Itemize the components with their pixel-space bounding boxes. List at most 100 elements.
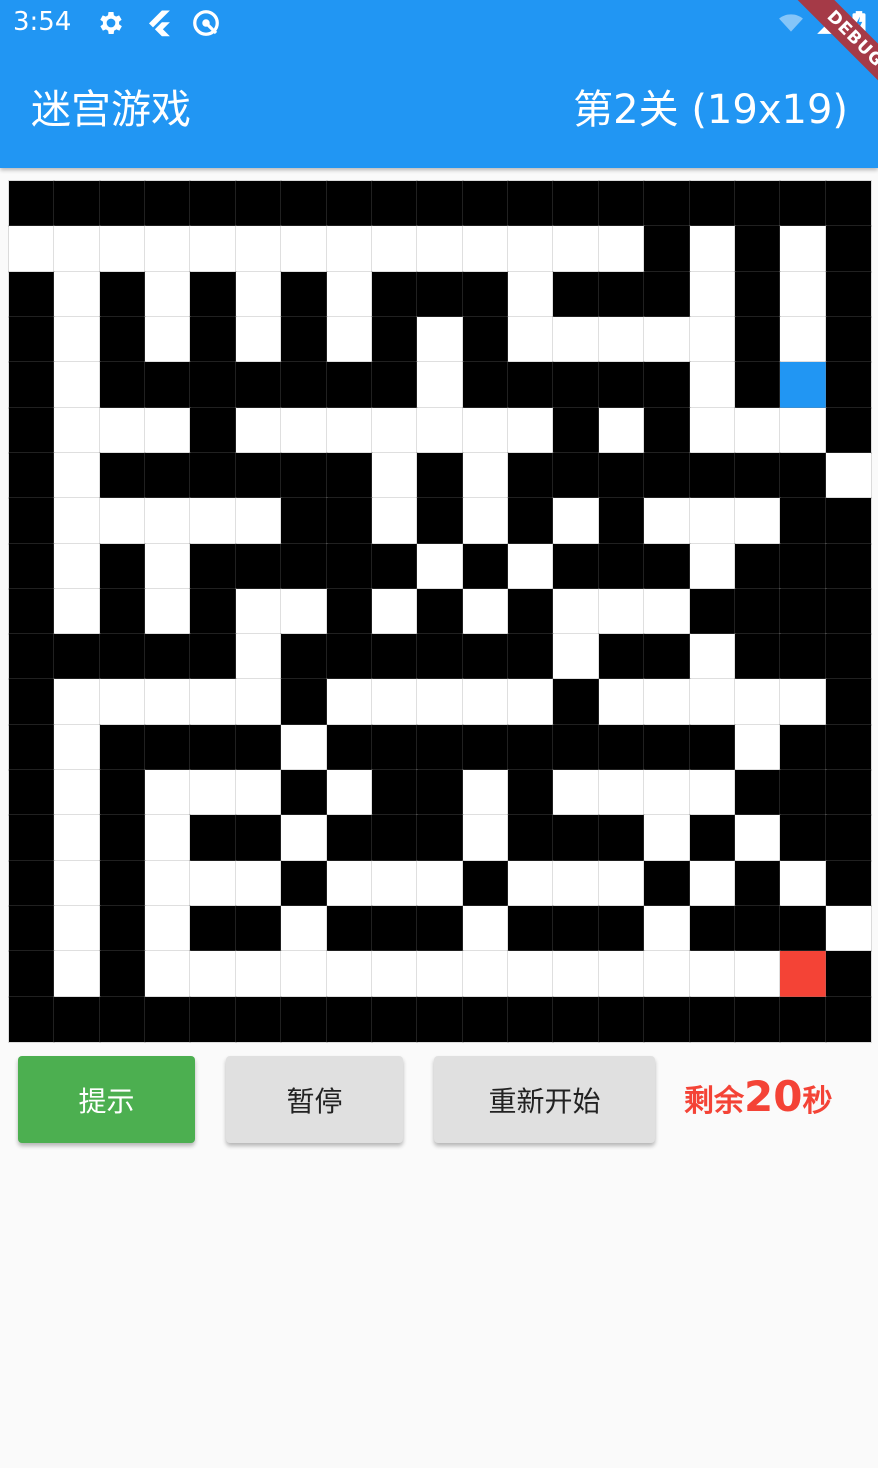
maze-cell-path[interactable] — [824, 905, 872, 953]
maze-cell-path[interactable] — [643, 315, 691, 364]
maze-cell-path[interactable] — [144, 315, 192, 364]
maze-cell-path[interactable] — [280, 587, 328, 636]
maze-cell-path[interactable] — [552, 225, 600, 273]
maze-cell-path[interactable] — [144, 406, 192, 454]
maze-cell-path[interactable] — [507, 225, 555, 273]
maze-cell-path[interactable] — [643, 905, 691, 953]
maze-cell-path[interactable] — [597, 225, 646, 273]
maze-cell-path[interactable] — [461, 678, 510, 726]
maze-cell-path[interactable] — [643, 814, 691, 862]
maze-cell-path[interactable] — [325, 315, 373, 364]
maze-cell-path[interactable] — [597, 678, 646, 726]
maze-cell-path[interactable] — [643, 678, 691, 726]
maze-cell-path[interactable] — [597, 406, 646, 454]
maze-cell-path[interactable] — [144, 270, 192, 318]
maze-cell-path[interactable] — [733, 814, 782, 862]
maze-cell-path[interactable] — [53, 497, 101, 545]
maze-cell-path[interactable] — [280, 905, 328, 953]
maze-cell-path[interactable] — [416, 542, 464, 590]
maze-cell-path[interactable] — [552, 587, 600, 636]
maze-cell-path[interactable] — [688, 769, 736, 817]
maze-cell-path[interactable] — [461, 406, 510, 454]
maze-cell-path[interactable] — [7, 225, 56, 273]
maze-cell-path[interactable] — [234, 406, 283, 454]
maze-grid[interactable] — [7, 179, 872, 1043]
maze-cell-path[interactable] — [597, 587, 646, 636]
maze-cell-path[interactable] — [280, 225, 328, 273]
maze-cell-path[interactable] — [53, 587, 101, 636]
maze-cell-path[interactable] — [234, 587, 283, 636]
maze-cell-path[interactable] — [597, 769, 646, 817]
maze-cell-path[interactable] — [144, 678, 192, 726]
maze-cell-path[interactable] — [552, 769, 600, 817]
maze-cell-path[interactable] — [643, 769, 691, 817]
maze-cell-path[interactable] — [688, 950, 736, 998]
maze-cell-path[interactable] — [53, 859, 101, 908]
maze-cell-path[interactable] — [234, 950, 283, 998]
maze-cell-path[interactable] — [597, 859, 646, 908]
maze-cell-path[interactable] — [144, 905, 192, 953]
maze-cell-path[interactable] — [507, 859, 555, 908]
maze-cell-path[interactable] — [688, 315, 736, 364]
maze-cell-path[interactable] — [688, 361, 736, 409]
maze-cell-path[interactable] — [234, 315, 283, 364]
maze-cell-path[interactable] — [370, 451, 419, 500]
maze-cell-path[interactable] — [53, 542, 101, 590]
maze-cell-path[interactable] — [643, 950, 691, 998]
maze-cell-path[interactable] — [234, 678, 283, 726]
maze-cell-path[interactable] — [461, 769, 510, 817]
maze-cell-path[interactable] — [144, 814, 192, 862]
maze-cell-path[interactable] — [98, 497, 147, 545]
maze-cell-path[interactable] — [53, 678, 101, 726]
maze-cell-path[interactable] — [53, 905, 101, 953]
maze-cell-path[interactable] — [370, 497, 419, 545]
maze-cell-path[interactable] — [280, 814, 328, 862]
maze-cell-path[interactable] — [779, 678, 827, 726]
maze-cell-path[interactable] — [688, 633, 736, 681]
maze-cell-path[interactable] — [53, 769, 101, 817]
maze-cell-path[interactable] — [688, 678, 736, 726]
maze-cell-path[interactable] — [370, 225, 419, 273]
maze-cell-path[interactable] — [325, 950, 373, 998]
maze-cell-path[interactable] — [688, 225, 736, 273]
maze-cell-path[interactable] — [144, 542, 192, 590]
maze-cell-path[interactable] — [779, 406, 827, 454]
maze-cell-path[interactable] — [325, 270, 373, 318]
maze-cell-path[interactable] — [53, 361, 101, 409]
maze-cell-path[interactable] — [507, 542, 555, 590]
maze-cell-path[interactable] — [98, 678, 147, 726]
maze-cell-path[interactable] — [189, 769, 237, 817]
maze-cell-path[interactable] — [370, 587, 419, 636]
maze-cell-path[interactable] — [98, 225, 147, 273]
exit-marker[interactable] — [779, 950, 827, 998]
maze-cell-path[interactable] — [98, 406, 147, 454]
maze-cell-path[interactable] — [370, 859, 419, 908]
maze-cell-path[interactable] — [189, 859, 237, 908]
maze-cell-path[interactable] — [597, 315, 646, 364]
maze-cell-path[interactable] — [552, 315, 600, 364]
maze-cell-path[interactable] — [144, 587, 192, 636]
maze-cell-path[interactable] — [280, 950, 328, 998]
maze-cell-path[interactable] — [461, 451, 510, 500]
maze-cell-path[interactable] — [53, 950, 101, 998]
maze-cell-path[interactable] — [552, 497, 600, 545]
maze-cell-path[interactable] — [189, 950, 237, 998]
maze-cell-path[interactable] — [280, 723, 328, 772]
maze-cell-path[interactable] — [144, 950, 192, 998]
maze-cell-path[interactable] — [597, 950, 646, 998]
maze-cell-path[interactable] — [325, 769, 373, 817]
maze-cell-path[interactable] — [53, 814, 101, 862]
maze-cell-path[interactable] — [461, 497, 510, 545]
maze-cell-path[interactable] — [461, 905, 510, 953]
maze-cell-path[interactable] — [189, 497, 237, 545]
maze-cell-path[interactable] — [234, 859, 283, 908]
maze-cell-path[interactable] — [189, 678, 237, 726]
maze-cell-path[interactable] — [370, 950, 419, 998]
restart-button[interactable]: 重新开始 — [434, 1056, 655, 1143]
maze-cell-path[interactable] — [507, 678, 555, 726]
maze-cell-path[interactable] — [234, 497, 283, 545]
player-marker[interactable] — [779, 361, 827, 409]
maze-cell-path[interactable] — [234, 225, 283, 273]
maze-cell-path[interactable] — [461, 587, 510, 636]
maze-cell-path[interactable] — [733, 723, 782, 772]
